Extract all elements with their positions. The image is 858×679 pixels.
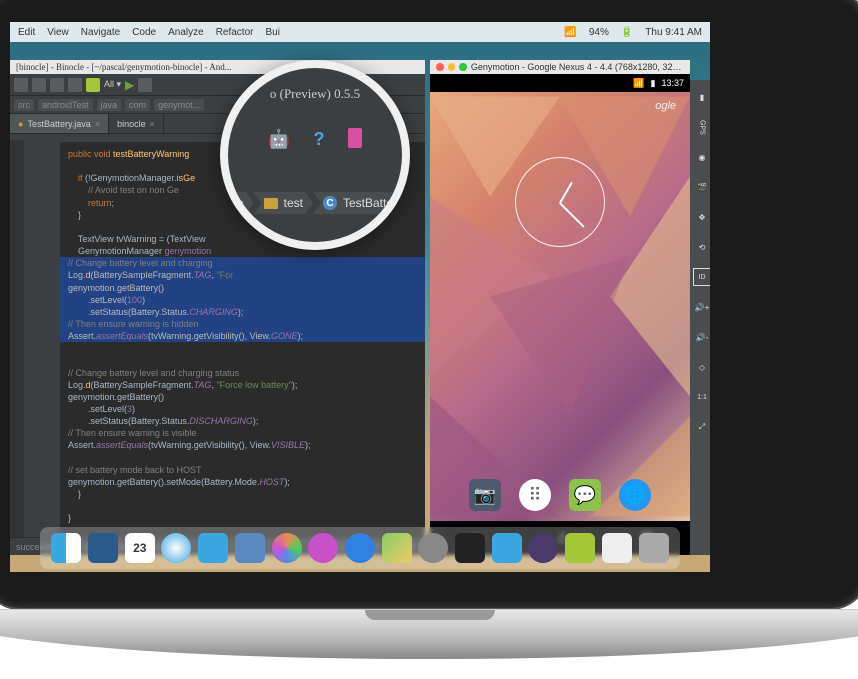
safari-icon[interactable]	[161, 533, 191, 563]
toolbar-icon[interactable]	[68, 78, 82, 92]
battery-icon: ▮	[651, 78, 656, 89]
xcode-icon[interactable]	[492, 533, 522, 563]
google-search-widget[interactable]: ogle	[440, 100, 680, 118]
android-statusbar[interactable]: 📶 ▮ 13:37	[430, 74, 690, 92]
wifi-icon: 📶	[633, 78, 644, 89]
menu-item[interactable]: Bui	[265, 27, 279, 38]
android-icon[interactable]: 🤖	[268, 128, 290, 150]
fullscreen-icon[interactable]: ⤢	[693, 418, 710, 436]
folder-icon	[264, 198, 278, 209]
id-icon[interactable]: ID	[693, 268, 710, 286]
volume-up-icon[interactable]: 🔊+	[693, 298, 710, 316]
menu-item[interactable]: Navigate	[81, 27, 120, 38]
breadcrumb-item[interactable]: com	[125, 99, 150, 111]
dropdown[interactable]: All ▾	[104, 79, 121, 90]
menu-item[interactable]: Code	[132, 27, 156, 38]
browser-app-icon[interactable]: 🌐	[619, 479, 651, 511]
close-button[interactable]	[436, 63, 444, 71]
wifi-icon[interactable]: 📶	[564, 27, 576, 38]
volume-down-icon[interactable]: 🔊-	[693, 328, 710, 346]
class-icon: C	[323, 196, 337, 210]
breadcrumb-item[interactable]: genymot...	[154, 99, 204, 111]
battery-icon[interactable]: ▮	[693, 88, 710, 106]
menu-item[interactable]: Refactor	[216, 27, 254, 38]
close-icon[interactable]: ×	[150, 119, 155, 129]
maximize-button[interactable]	[459, 63, 467, 71]
run-button[interactable]: ▶	[125, 78, 134, 92]
finder-icon[interactable]	[51, 533, 81, 563]
breadcrumb-segment[interactable]: test	[254, 192, 313, 214]
laptop-base	[0, 609, 858, 659]
toolbar-icon[interactable]	[32, 78, 46, 92]
menu-item[interactable]: Analyze	[168, 27, 204, 38]
magnifier-overlay: o (Preview) 0.5.5 🤖 ? e test CTestBatte	[220, 60, 410, 250]
itunes-icon[interactable]	[308, 533, 338, 563]
android-time: 13:37	[661, 78, 684, 88]
macos-menubar: Edit View Navigate Code Analyze Refactor…	[10, 22, 710, 42]
toolbar-icon[interactable]	[138, 78, 152, 92]
toolbar-icon[interactable]	[14, 78, 28, 92]
preview-icon[interactable]	[235, 533, 265, 563]
breadcrumb-segment[interactable]: e	[227, 192, 254, 214]
emulator-title: Genymotion - Google Nexus 4 - 4.4 (768x1…	[471, 62, 684, 72]
terminal-icon[interactable]	[455, 533, 485, 563]
eclipse-icon[interactable]	[528, 533, 558, 563]
mail-icon[interactable]	[198, 533, 228, 563]
settings-icon[interactable]	[418, 533, 448, 563]
emulator-titlebar: Genymotion - Google Nexus 4 - 4.4 (768x1…	[430, 60, 690, 74]
screenshot-icon[interactable]	[602, 533, 632, 563]
breadcrumb-item[interactable]: androidTest	[38, 99, 93, 111]
messaging-app-icon[interactable]: 💬	[569, 479, 601, 511]
apps-drawer-icon[interactable]: ⠿	[519, 479, 551, 511]
calendar-icon[interactable]: 23	[125, 533, 155, 563]
google-logo: ogle	[655, 100, 676, 118]
macos-dock: 23	[40, 527, 680, 569]
gps-icon[interactable]: GPS	[693, 118, 710, 136]
camera-app-icon[interactable]: 📷	[469, 479, 501, 511]
genymotion-sidebar: ▮ GPS ◉ 🎬 ✥ ⟲ ID 🔊+ 🔊- ◇ 1:1 ⤢	[690, 80, 710, 555]
toolbar-icon[interactable]	[50, 78, 64, 92]
android-dock: 📷 ⠿ 💬 🌐	[430, 469, 690, 521]
device-icon[interactable]	[348, 128, 362, 148]
android-home[interactable]: ogle 📷 ⠿ 💬 🌐	[430, 92, 690, 521]
virtualbox-icon[interactable]	[88, 533, 118, 563]
analog-clock-widget[interactable]	[515, 157, 605, 247]
android-icon[interactable]	[86, 78, 100, 92]
pixel-perfect-icon[interactable]: 1:1	[693, 388, 710, 406]
camera-icon[interactable]: ◉	[693, 148, 710, 166]
trash-icon[interactable]	[639, 533, 669, 563]
genymotion-window: Genymotion - Google Nexus 4 - 4.4 (768x1…	[430, 60, 690, 555]
close-icon[interactable]: ×	[95, 119, 100, 129]
capture-icon[interactable]: 🎬	[693, 178, 710, 196]
magnified-title: o (Preview) 0.5.5	[270, 86, 360, 102]
editor-tab[interactable]: binocle×	[109, 114, 164, 133]
battery-icon[interactable]: 🔋	[621, 27, 633, 38]
appstore-icon[interactable]	[345, 533, 375, 563]
editor-gutter	[10, 140, 24, 537]
minimize-button[interactable]	[448, 63, 456, 71]
help-icon[interactable]: ?	[308, 128, 330, 150]
breadcrumb-segment[interactable]: CTestBatte	[313, 192, 403, 214]
battery-percent: 94%	[589, 27, 609, 38]
move-icon[interactable]: ✥	[693, 208, 710, 226]
breadcrumb-item[interactable]: src	[14, 99, 34, 111]
android-device-icon[interactable]	[565, 533, 595, 563]
breadcrumb-item[interactable]: java	[97, 99, 122, 111]
maps-icon[interactable]	[382, 533, 412, 563]
minute-hand	[559, 202, 584, 227]
clock-text[interactable]: Thu 9:41 AM	[645, 27, 702, 38]
editor-tab[interactable]: ●TestBattery.java×	[10, 114, 109, 133]
menu-item[interactable]: Edit	[18, 27, 35, 38]
menu-item[interactable]: View	[47, 27, 69, 38]
magnified-breadcrumbs: e test CTestBatte	[227, 192, 403, 214]
photos-icon[interactable]	[272, 533, 302, 563]
rotate-screen-icon[interactable]: ◇	[693, 358, 710, 376]
laptop-notch	[365, 610, 495, 620]
rotate-icon[interactable]: ⟲	[693, 238, 710, 256]
hour-hand	[559, 182, 573, 204]
